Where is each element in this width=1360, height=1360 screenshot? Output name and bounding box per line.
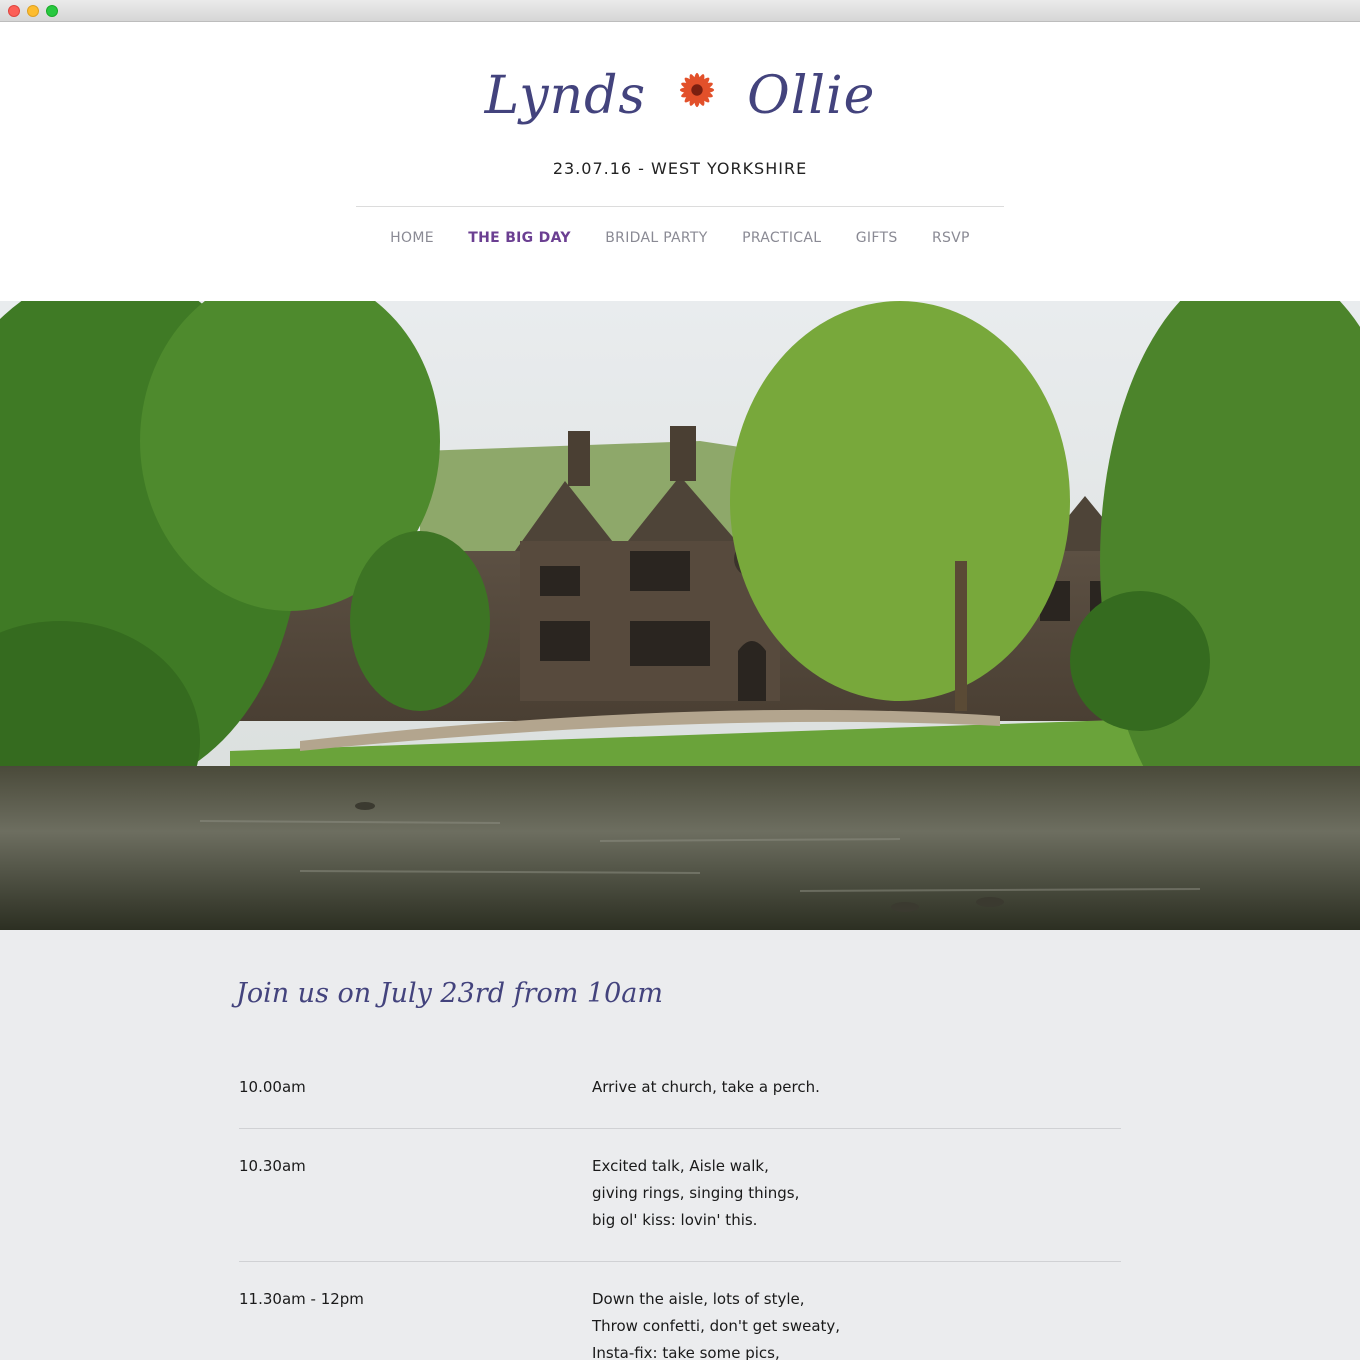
nav-bridal-party[interactable]: BRIDAL PARTY xyxy=(605,230,707,246)
site-header: Lynds Ollie 23.07.16 - WEST YORKSHIRE HO… xyxy=(0,22,1360,301)
site-logo[interactable]: Lynds Ollie xyxy=(0,62,1360,126)
schedule-row: 10.00am Arrive at church, take a perch. xyxy=(239,1050,1121,1129)
close-window-button[interactable] xyxy=(8,5,20,17)
schedule-line: Down the aisle, lots of style, xyxy=(592,1290,805,1308)
schedule-time: 10.00am xyxy=(239,1078,306,1096)
logo-name-left: Lynds xyxy=(484,65,647,126)
wedding-date-location: 23.07.16 - WEST YORKSHIRE xyxy=(552,159,808,178)
nav-rsvp[interactable]: RSVP xyxy=(932,230,970,246)
browser-titlebar xyxy=(0,0,1360,22)
schedule-line: big ol' kiss: lovin' this. xyxy=(592,1211,758,1229)
flower-icon xyxy=(679,72,714,107)
nav-practical[interactable]: PRACTICAL xyxy=(742,230,821,246)
schedule-section: Join us on July 23rd from 10am 10.00am A… xyxy=(0,930,1360,1360)
venue-photo xyxy=(0,301,1360,930)
nav-the-big-day[interactable]: THE BIG DAY xyxy=(468,230,571,246)
schedule-line: Insta-fix: take some pics, xyxy=(592,1344,780,1360)
schedule-time: 10.30am xyxy=(239,1157,306,1175)
minimize-window-button[interactable] xyxy=(27,5,39,17)
nav-gifts[interactable]: GIFTS xyxy=(856,230,898,246)
schedule-line: giving rings, singing things, xyxy=(592,1184,800,1202)
schedule-description: Arrive at church, take a perch. xyxy=(592,1074,820,1101)
schedule-line: Throw confetti, don't get sweaty, xyxy=(592,1317,841,1335)
logo-name-right: Ollie xyxy=(747,65,876,126)
schedule-list: 10.00am Arrive at church, take a perch. … xyxy=(239,1050,1121,1360)
main-nav: HOME THE BIG DAY BRIDAL PARTY PRACTICAL … xyxy=(0,230,1360,246)
schedule-time: 11.30am - 12pm xyxy=(239,1290,364,1308)
hero-image xyxy=(0,301,1360,930)
nav-home[interactable]: HOME xyxy=(390,230,434,246)
maximize-window-button[interactable] xyxy=(46,5,58,17)
schedule-description: Down the aisle, lots of style, Throw con… xyxy=(592,1286,840,1360)
header-divider xyxy=(356,206,1004,207)
schedule-row: 10.30am Excited talk, Aisle walk, giving… xyxy=(239,1129,1121,1262)
schedule-description: Excited talk, Aisle walk, giving rings, … xyxy=(592,1153,799,1234)
schedule-line: Excited talk, Aisle walk, xyxy=(592,1157,769,1175)
schedule-row: 11.30am - 12pm Down the aisle, lots of s… xyxy=(239,1262,1121,1360)
schedule-title: Join us on July 23rd from 10am xyxy=(236,978,663,1009)
schedule-line: Arrive at church, take a perch. xyxy=(592,1078,820,1096)
